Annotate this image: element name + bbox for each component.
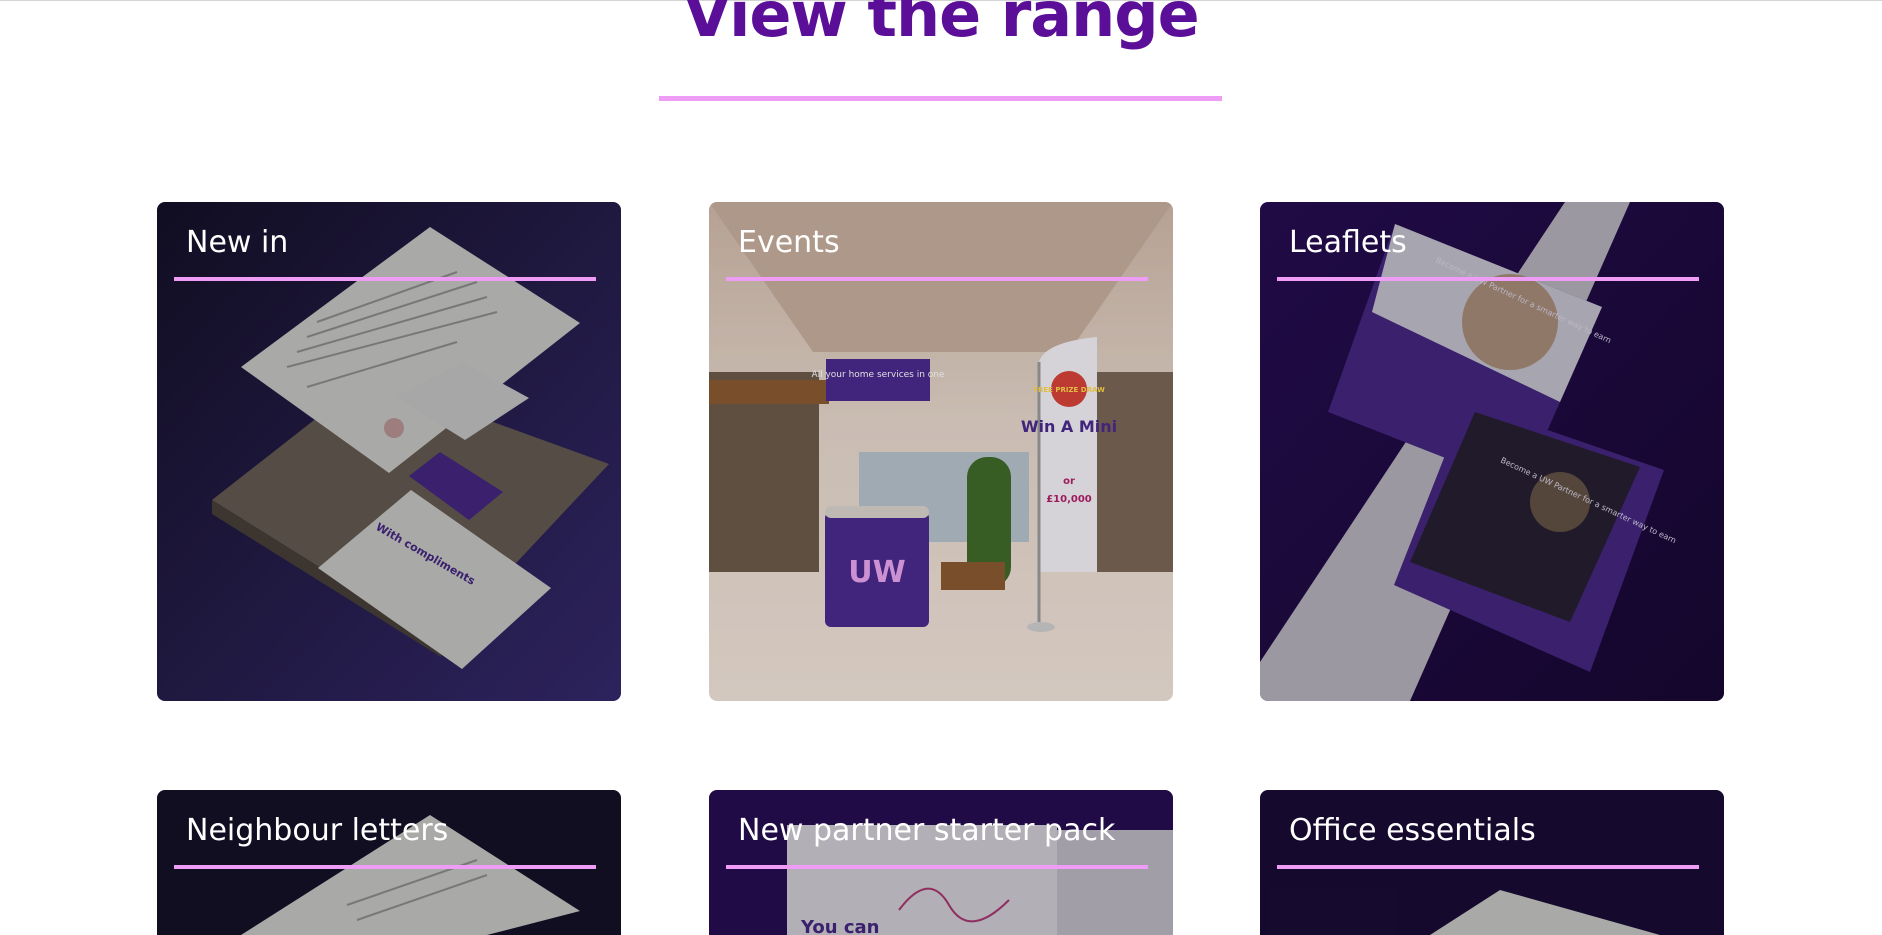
title-underline [659,96,1222,101]
card-underline [726,865,1148,869]
card-title: Leaflets [1289,225,1407,260]
card-new-in[interactable]: With compliments New in [157,202,621,701]
card-office-essentials[interactable]: Office essentials [1260,790,1724,935]
card-underline [726,277,1148,281]
card-new-partner-starter-pack[interactable]: You can New partner starter pack [709,790,1173,935]
card-title: New in [186,225,289,260]
card-underline [1277,277,1699,281]
card-title: New partner starter pack [738,813,1116,848]
card-title: Events [738,225,840,260]
card-title: Office essentials [1289,813,1536,848]
card-events[interactable]: All your home services in one UW FREE PR… [709,202,1173,701]
card-neighbour-letters[interactable]: Neighbour letters [157,790,621,935]
card-leaflets[interactable]: Become a UW Partner for a smarter way to… [1260,202,1724,701]
section-title: View the range [683,0,1199,51]
card-underline [1277,865,1699,869]
card-underline [174,277,596,281]
card-title: Neighbour letters [186,813,449,848]
card-underline [174,865,596,869]
